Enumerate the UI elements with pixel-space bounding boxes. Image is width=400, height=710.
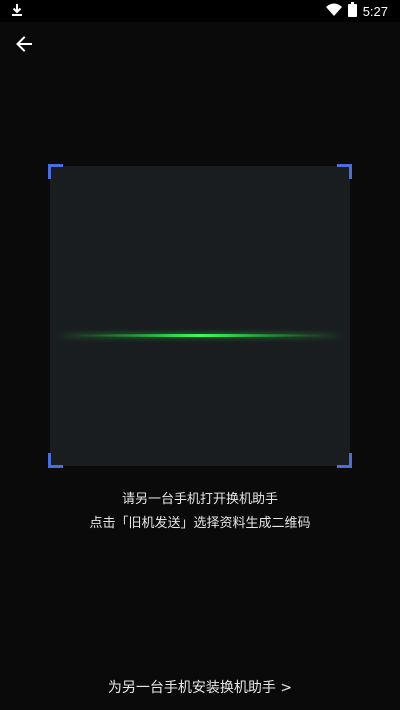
back-button[interactable] <box>10 32 38 60</box>
scan-corner-top-right <box>337 164 352 179</box>
instruction-line-1: 请另一台手机打开换机助手 <box>121 492 278 507</box>
arrow-left-icon <box>14 34 34 58</box>
battery-icon <box>347 1 357 21</box>
wifi-icon <box>325 2 342 21</box>
scan-corner-top-left <box>48 164 63 179</box>
status-right: 5:27 <box>325 1 388 21</box>
qr-scan-area <box>48 164 352 468</box>
scan-corner-bottom-left <box>48 453 63 468</box>
status-left <box>10 2 24 21</box>
download-icon <box>10 2 24 21</box>
instruction-line-2: 点击「旧机发送」选择资料生成二维码 <box>89 516 311 531</box>
scan-line <box>58 334 342 337</box>
status-bar: 5:27 <box>0 0 400 22</box>
status-time: 5:27 <box>362 3 388 19</box>
install-helper-link[interactable]: 为另一台手机安装换机助手 > <box>0 677 400 697</box>
scan-corner-bottom-right <box>337 453 352 468</box>
